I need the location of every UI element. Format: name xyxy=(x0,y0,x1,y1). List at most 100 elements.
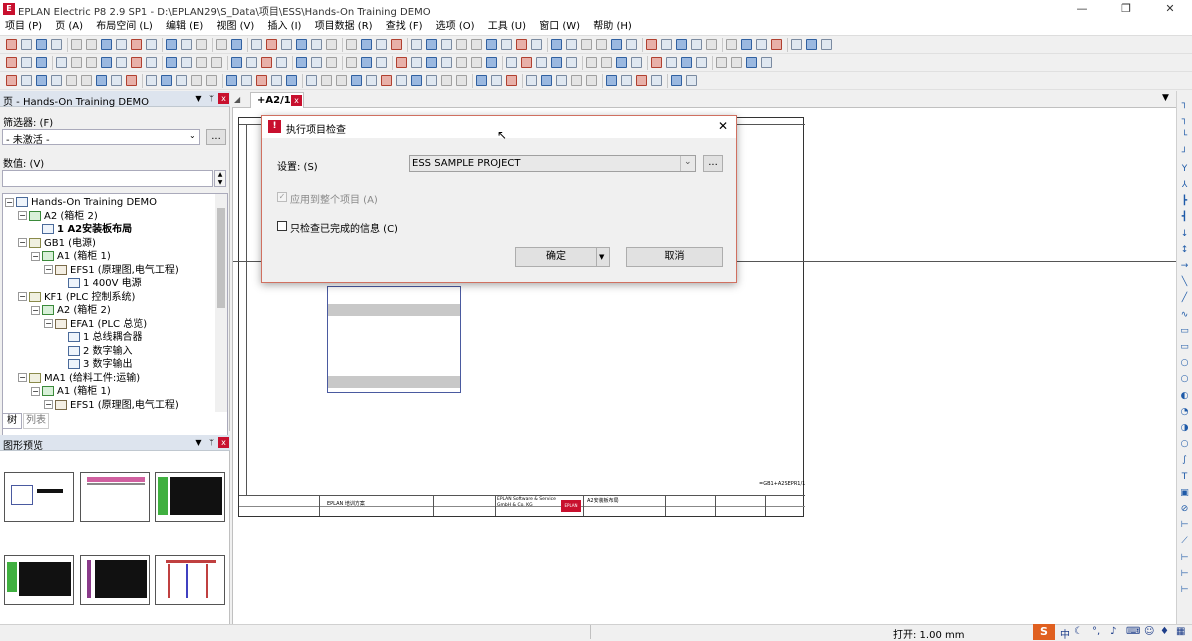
toolbar-button-icon[interactable] xyxy=(241,75,252,86)
apply-to-project-checkbox[interactable]: ✓ xyxy=(277,192,287,202)
maximize-button[interactable]: ❐ xyxy=(1104,0,1148,18)
toolbar-button-icon[interactable] xyxy=(36,57,47,68)
page-thumbnail[interactable] xyxy=(80,555,150,605)
keyboard-icon[interactable]: ⌨ xyxy=(1126,626,1140,637)
settings-combo[interactable]: ESS SAMPLE PROJECT ⌄ xyxy=(409,155,696,172)
toolbar-button-icon[interactable] xyxy=(411,75,422,86)
symbol-tool-icon[interactable]: ▣ xyxy=(1179,488,1190,499)
symbol-tool-icon[interactable]: ◔ xyxy=(1179,407,1190,418)
toolbar-button-icon[interactable] xyxy=(326,57,337,68)
toolbar-button-icon[interactable] xyxy=(86,57,97,68)
toolbar-button-icon[interactable] xyxy=(521,57,532,68)
toolbar-button-icon[interactable] xyxy=(271,75,282,86)
symbol-tool-icon[interactable]: ○ xyxy=(1179,439,1190,450)
toolbar-button-icon[interactable] xyxy=(336,75,347,86)
toolbar-button-icon[interactable] xyxy=(441,75,452,86)
user-icon[interactable]: ☺ xyxy=(1144,626,1154,637)
symbol-tool-icon[interactable]: ╱ xyxy=(1179,293,1190,304)
only-completed-checkbox[interactable] xyxy=(277,221,287,231)
toolbar-button-icon[interactable] xyxy=(681,57,692,68)
toolbar-button-icon[interactable] xyxy=(536,57,547,68)
toolbar-button-icon[interactable] xyxy=(486,57,497,68)
toolbar-button-icon[interactable] xyxy=(531,39,542,50)
toolbar-button-icon[interactable] xyxy=(131,39,142,50)
tree-scrollbar[interactable] xyxy=(215,194,227,412)
tree-item[interactable]: − KF1 (PLC 控制系统) xyxy=(18,291,135,304)
toolbar-button-icon[interactable] xyxy=(661,39,672,50)
symbol-tool-icon[interactable]: ┐ xyxy=(1179,115,1190,126)
toolbar-button-icon[interactable] xyxy=(251,39,262,50)
toolbar-button-icon[interactable] xyxy=(296,57,307,68)
tree-collapse-icon[interactable]: − xyxy=(44,400,53,409)
toolbar-button-icon[interactable] xyxy=(581,39,592,50)
mic-icon[interactable]: ♪ xyxy=(1110,626,1116,637)
symbol-tool-icon[interactable]: ∿ xyxy=(1179,310,1190,321)
toolbar-button-icon[interactable] xyxy=(166,57,177,68)
toolbar-button-icon[interactable] xyxy=(71,39,82,50)
toolbar-button-icon[interactable] xyxy=(566,39,577,50)
toolbar-button-icon[interactable] xyxy=(791,39,802,50)
toolbar-button-icon[interactable] xyxy=(696,57,707,68)
page-thumbnail[interactable] xyxy=(155,555,225,605)
symbol-tool-icon[interactable]: Y xyxy=(1179,164,1190,175)
toolbar-button-icon[interactable] xyxy=(161,75,172,86)
menu-help[interactable]: 帮助 (H) xyxy=(588,18,637,36)
toolbar-button-icon[interactable] xyxy=(411,39,422,50)
toolbar-button-icon[interactable] xyxy=(36,39,47,50)
toolbar-button-icon[interactable] xyxy=(206,75,217,86)
toolbar-button-icon[interactable] xyxy=(666,57,677,68)
tree-item[interactable]: − Hands-On Training DEMO xyxy=(5,196,157,209)
tree-item[interactable]: − A2 (箱柜 2) xyxy=(18,210,98,223)
toolbar-button-icon[interactable] xyxy=(516,39,527,50)
toolbar-button-icon[interactable] xyxy=(81,75,92,86)
menu-layout-space[interactable]: 布局空间 (L) xyxy=(91,18,158,36)
toolbar-button-icon[interactable] xyxy=(396,57,407,68)
toolbar-button-icon[interactable] xyxy=(376,57,387,68)
toolbar-button-icon[interactable] xyxy=(21,75,32,86)
close-button[interactable]: ✕ xyxy=(1148,0,1192,18)
toolbar-button-icon[interactable] xyxy=(541,75,552,86)
toolbar-button-icon[interactable] xyxy=(441,39,452,50)
tab-close-icon[interactable]: x xyxy=(291,95,302,106)
toolbar-button-icon[interactable] xyxy=(606,75,617,86)
toolbar-button-icon[interactable] xyxy=(686,75,697,86)
toolbar-button-icon[interactable] xyxy=(231,57,242,68)
tree-collapse-icon[interactable]: − xyxy=(18,292,27,301)
toolbar-button-icon[interactable] xyxy=(216,39,227,50)
toolbar-button-icon[interactable] xyxy=(351,75,362,86)
toolbar-button-icon[interactable] xyxy=(506,75,517,86)
value-field[interactable] xyxy=(2,170,213,187)
toolbar-button-icon[interactable] xyxy=(586,75,597,86)
symbol-tool-icon[interactable]: ▭ xyxy=(1179,342,1190,353)
page-thumbnail[interactable] xyxy=(155,472,225,522)
toolbar-button-icon[interactable] xyxy=(476,75,487,86)
symbol-tool-icon[interactable]: ↓ xyxy=(1179,229,1190,240)
toolbar-button-icon[interactable] xyxy=(676,39,687,50)
toolbar-button-icon[interactable] xyxy=(636,75,647,86)
tab-list[interactable]: 列表 xyxy=(23,413,49,429)
toolbar-button-icon[interactable] xyxy=(501,39,512,50)
panel-menu-icon[interactable]: ▼ xyxy=(193,437,204,448)
menu-tools[interactable]: 工具 (U) xyxy=(483,18,531,36)
value-spinner[interactable]: ▲ ▼ xyxy=(214,170,226,187)
tree-collapse-icon[interactable]: − xyxy=(18,211,27,220)
symbol-tool-icon[interactable]: └ xyxy=(1179,131,1190,142)
tree-item[interactable]: 1 A2安装板布局 xyxy=(31,223,132,236)
toolbar-button-icon[interactable] xyxy=(471,39,482,50)
toolbar-button-icon[interactable] xyxy=(276,57,287,68)
symbol-tool-icon[interactable]: ▭ xyxy=(1179,326,1190,337)
toolbar-button-icon[interactable] xyxy=(116,39,127,50)
toolbar-button-icon[interactable] xyxy=(426,75,437,86)
toolbar-button-icon[interactable] xyxy=(646,39,657,50)
toolbar-button-icon[interactable] xyxy=(101,57,112,68)
toolbar-button-icon[interactable] xyxy=(261,57,272,68)
toolbar-button-icon[interactable] xyxy=(146,57,157,68)
toolbar-button-icon[interactable] xyxy=(426,57,437,68)
toolbar-button-icon[interactable] xyxy=(211,57,222,68)
toolbar-button-icon[interactable] xyxy=(311,39,322,50)
punct-icon[interactable]: °, xyxy=(1092,626,1100,637)
toolbar-button-icon[interactable] xyxy=(396,75,407,86)
filter-more-button[interactable]: ... xyxy=(206,129,226,145)
toolbar-button-icon[interactable] xyxy=(256,75,267,86)
toolbar-button-icon[interactable] xyxy=(486,39,497,50)
